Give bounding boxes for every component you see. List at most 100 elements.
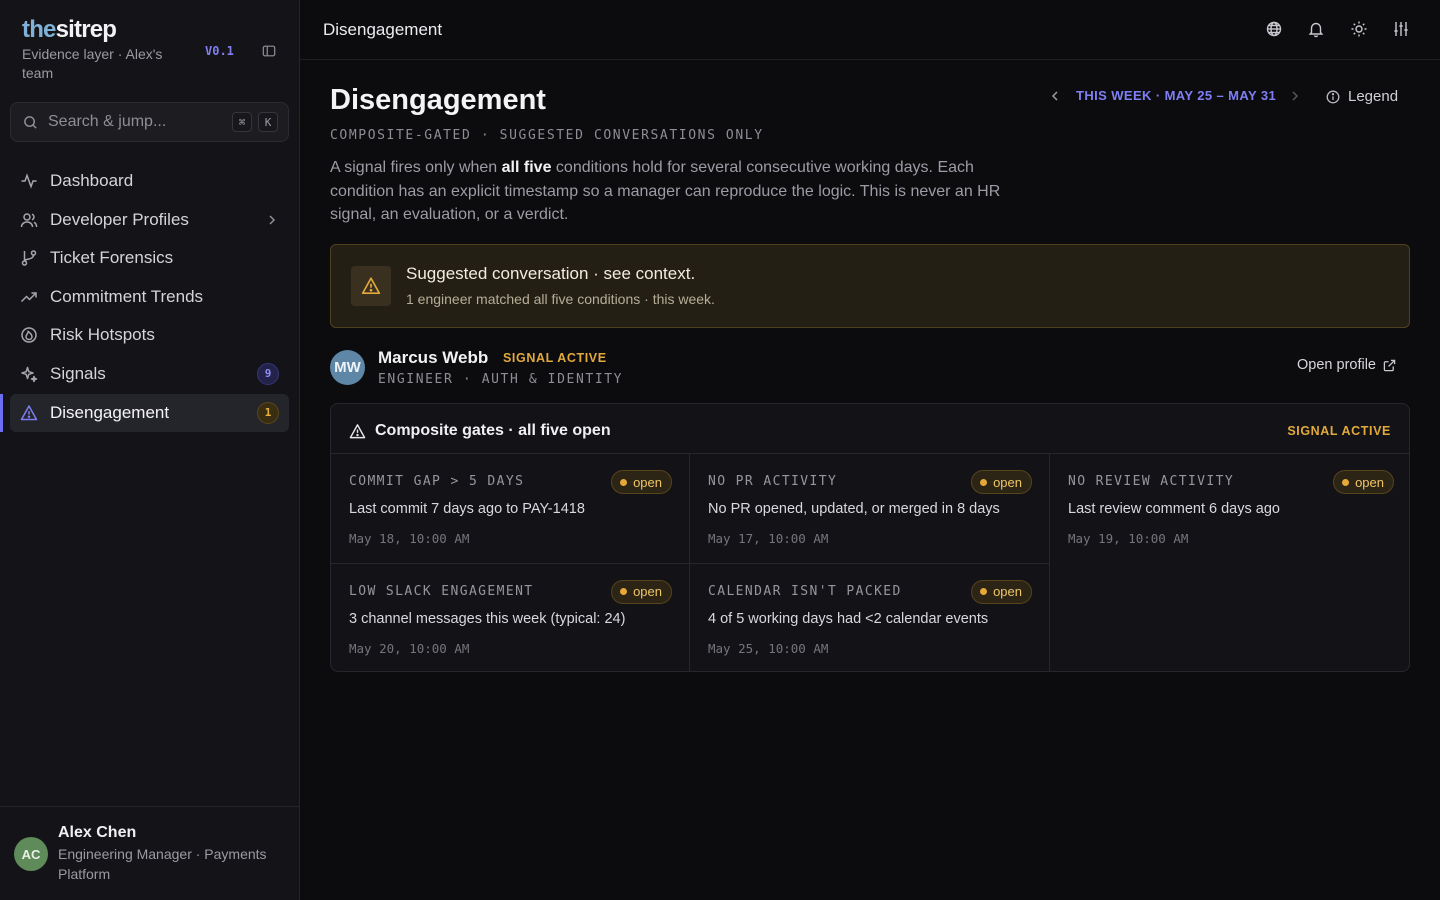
status-badge: SIGNAL ACTIVE bbox=[1287, 424, 1391, 438]
user-card[interactable]: AC Alex Chen Engineering Manager · Payme… bbox=[0, 806, 299, 900]
gate-description: Last review comment 6 days ago bbox=[1068, 501, 1280, 517]
sidebar-item-signals[interactable]: Signals 9 bbox=[10, 355, 289, 393]
status-dot bbox=[620, 588, 628, 595]
gate-timestamp: May 25, 10:00 AM bbox=[708, 640, 829, 656]
status-dot bbox=[1342, 478, 1350, 486]
gate-low-slack-engagement: LOW SLACK ENGAGEMENT open 3 channel mess… bbox=[331, 563, 690, 671]
gate-commit-gap: COMMIT GAP > 5 DAYS open Last commit 7 d… bbox=[331, 454, 690, 564]
page-kicker: COMPOSITE-GATED · SUGGESTED CONVERSATION… bbox=[330, 128, 764, 143]
gate-status-pill[interactable]: open bbox=[611, 579, 672, 604]
week-selector: THIS WEEK · MAY 25 – MAY 31 bbox=[1048, 88, 1302, 103]
gate-status-pill[interactable]: open bbox=[971, 470, 1032, 494]
sliders-icon[interactable] bbox=[1392, 20, 1410, 38]
gate-calendar-not-packed: CALENDAR ISN'T PACKED open 4 of 5 workin… bbox=[690, 563, 1050, 671]
users-icon bbox=[20, 211, 38, 229]
gate-no-pr-activity: NO PR ACTIVITY open No PR opened, update… bbox=[690, 454, 1050, 564]
status-dot bbox=[980, 478, 988, 486]
sidebar-item-label: Commitment Trends bbox=[50, 286, 204, 306]
gate-description: No PR opened, updated, or merged in 8 da… bbox=[708, 501, 1000, 517]
gate-timestamp: May 17, 10:00 AM bbox=[708, 531, 829, 546]
topbar: Disengagement bbox=[300, 0, 1440, 60]
sidebar-item-developer-profiles[interactable]: Developer Profiles bbox=[10, 201, 289, 239]
composite-gates-card: Composite gates · all five open SIGNAL A… bbox=[330, 403, 1410, 672]
chevron-left-icon[interactable] bbox=[1048, 89, 1062, 103]
signals-count-badge: 9 bbox=[257, 362, 279, 385]
workspace-subtitle: Evidence layer · Alex's team bbox=[22, 46, 163, 81]
legend-label: Legend bbox=[1348, 88, 1399, 105]
search-input[interactable]: Search & jump... ⌘ K bbox=[10, 102, 289, 142]
sidebar-item-label: Disengagement bbox=[50, 402, 170, 422]
avatar: AC bbox=[14, 837, 48, 871]
sidebar-item-commitment-trends[interactable]: Commitment Trends bbox=[10, 278, 289, 316]
suggestion-banner: Suggested conversation · see context. 1 … bbox=[330, 244, 1410, 328]
desc-bold: all five bbox=[501, 159, 552, 176]
open-profile-link[interactable]: Open profile bbox=[1297, 357, 1396, 373]
sparkle-icon bbox=[20, 365, 38, 383]
page-description: A signal fires only when all five condit… bbox=[330, 156, 1020, 227]
sidebar-item-ticket-forensics[interactable]: Ticket Forensics bbox=[10, 239, 289, 277]
page-title: Disengagement bbox=[330, 84, 546, 116]
desc-part-1: A signal fires only when bbox=[330, 159, 502, 176]
sidebar-item-risk-hotspots[interactable]: Risk Hotspots bbox=[10, 316, 289, 354]
sidebar-nav: Dashboard Developer Profiles Ticket Fore… bbox=[0, 162, 289, 432]
sun-icon[interactable] bbox=[1350, 20, 1368, 38]
gate-status-pill[interactable]: open bbox=[1333, 470, 1394, 494]
gate-name: COMMIT GAP > 5 DAYS bbox=[349, 474, 525, 489]
gate-description: Last commit 7 days ago to PAY-1418 bbox=[349, 501, 585, 517]
search-icon bbox=[24, 115, 37, 129]
sidebar-toggle-icon[interactable] bbox=[262, 44, 276, 58]
gates-grid: COMMIT GAP > 5 DAYS open Last commit 7 d… bbox=[331, 454, 1409, 671]
week-label[interactable]: THIS WEEK · MAY 25 – MAY 31 bbox=[1076, 88, 1276, 103]
gate-status-label: open bbox=[633, 584, 662, 599]
sidebar-item-label: Signals bbox=[50, 363, 106, 383]
sidebar-item-label: Risk Hotspots bbox=[50, 325, 155, 345]
gate-status-pill[interactable]: open bbox=[971, 579, 1032, 604]
gate-timestamp: May 20, 10:00 AM bbox=[349, 640, 470, 656]
warning-icon bbox=[349, 424, 366, 439]
version-badge: V0.1 bbox=[205, 44, 234, 58]
user-text: Alex Chen Engineering Manager · Payments… bbox=[58, 823, 283, 900]
activity-icon bbox=[20, 172, 38, 190]
gate-status-pill[interactable]: open bbox=[611, 470, 672, 494]
sidebar-item-label: Dashboard bbox=[50, 171, 134, 190]
git-branch-icon bbox=[20, 249, 38, 267]
chevron-right-icon[interactable] bbox=[1288, 89, 1302, 103]
globe-icon[interactable] bbox=[1265, 20, 1283, 38]
gate-status-label: open bbox=[1355, 474, 1384, 490]
flame-icon bbox=[20, 326, 38, 344]
legend-button[interactable]: Legend bbox=[1326, 88, 1398, 105]
logo[interactable]: thesitrep bbox=[22, 16, 222, 44]
sidebar-item-label: Ticket Forensics bbox=[50, 248, 174, 268]
logo-the: the bbox=[22, 16, 56, 43]
banner-title: Suggested conversation · see context. bbox=[406, 264, 696, 283]
warning-icon bbox=[20, 404, 38, 422]
sidebar-item-disengagement[interactable]: Disengagement 1 bbox=[0, 393, 289, 432]
external-link-icon bbox=[1383, 359, 1396, 371]
info-icon bbox=[1326, 90, 1340, 103]
brand: thesitrep Evidence layer · Alex's team bbox=[22, 16, 222, 83]
banner-icon-box bbox=[351, 266, 391, 306]
user-role: Engineering Manager · Payments Platform bbox=[58, 846, 267, 882]
person-header: MW Marcus Webb SIGNAL ACTIVE ENGINEER · … bbox=[330, 348, 1410, 390]
topbar-actions bbox=[1240, 20, 1410, 38]
avatar: MW bbox=[330, 350, 365, 385]
gate-status-label: open bbox=[993, 584, 1022, 599]
gate-name: NO PR ACTIVITY bbox=[708, 474, 838, 489]
gate-name: LOW SLACK ENGAGEMENT bbox=[349, 583, 534, 599]
gate-description: 3 channel messages this week (typical: 2… bbox=[349, 610, 626, 627]
user-name: Alex Chen bbox=[58, 824, 137, 841]
person-name: Marcus Webb bbox=[378, 348, 489, 367]
bell-icon[interactable] bbox=[1307, 20, 1325, 38]
gate-status-label: open bbox=[633, 474, 662, 490]
status-dot bbox=[980, 588, 988, 595]
disengagement-count-badge: 1 bbox=[257, 401, 279, 424]
sidebar-item-dashboard[interactable]: Dashboard bbox=[10, 162, 289, 200]
status-badge: SIGNAL ACTIVE bbox=[503, 351, 607, 365]
status-dot bbox=[620, 478, 628, 486]
gate-status-label: open bbox=[993, 474, 1022, 490]
kbd-cmd: ⌘ bbox=[232, 112, 252, 132]
gate-description: 4 of 5 working days had <2 calendar even… bbox=[708, 610, 989, 627]
chevron-right-icon bbox=[269, 215, 276, 225]
person-role: ENGINEER · AUTH & IDENTITY bbox=[378, 372, 624, 387]
sidebar-item-label: Developer Profiles bbox=[50, 209, 189, 229]
